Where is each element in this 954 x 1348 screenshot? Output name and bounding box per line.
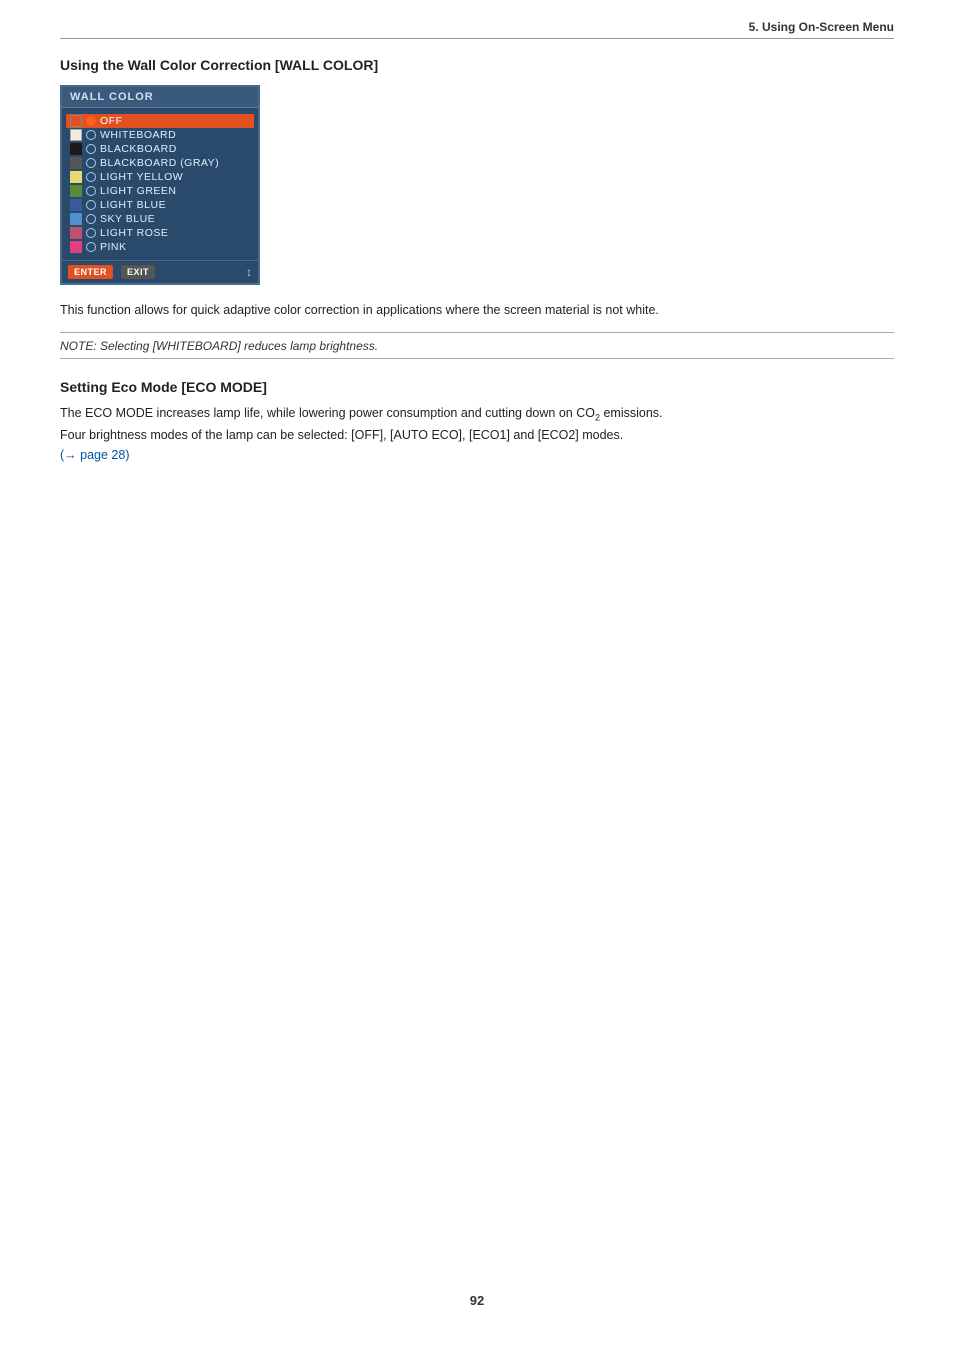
menu-item-light-green[interactable]: LIGHT GREEN: [66, 184, 254, 198]
eco-section-title: Setting Eco Mode [ECO MODE]: [60, 379, 894, 395]
label-blackboard: BLACKBOARD: [100, 143, 177, 155]
label-blackboard-gray: BLACKBOARD (GRAY): [100, 157, 219, 169]
menu-item-off[interactable]: OFF: [66, 114, 254, 128]
menu-items-list: OFF WHITEBOARD BLACKBOARD BLACKBOARD (GR…: [62, 108, 258, 260]
menu-item-light-blue[interactable]: LIGHT BLUE: [66, 198, 254, 212]
swatch-blackboard-gray: [70, 157, 82, 169]
wall-color-section: Using the Wall Color Correction [WALL CO…: [60, 57, 894, 359]
swatch-off: [70, 115, 82, 127]
radio-whiteboard: [86, 130, 96, 140]
eco-text-2: emissions.: [600, 406, 663, 420]
radio-sky-blue: [86, 214, 96, 224]
eco-section: Setting Eco Mode [ECO MODE] The ECO MODE…: [60, 379, 894, 465]
note-text: NOTE: Selecting [WHITEBOARD] reduces lam…: [60, 339, 378, 353]
menu-item-sky-blue[interactable]: SKY BLUE: [66, 212, 254, 226]
menu-item-blackboard[interactable]: BLACKBOARD: [66, 142, 254, 156]
swatch-sky-blue: [70, 213, 82, 225]
eco-text-3: Four brightness modes of the lamp can be…: [60, 428, 623, 442]
scroll-icon: ↕: [246, 265, 252, 279]
wall-color-title: Using the Wall Color Correction [WALL CO…: [60, 57, 894, 73]
menu-item-whiteboard[interactable]: WHITEBOARD: [66, 128, 254, 142]
note-bar: NOTE: Selecting [WHITEBOARD] reduces lam…: [60, 332, 894, 359]
radio-light-green: [86, 186, 96, 196]
radio-blackboard-gray: [86, 158, 96, 168]
label-light-yellow: LIGHT YELLOW: [100, 171, 183, 183]
exit-button[interactable]: EXIT: [121, 265, 155, 279]
swatch-whiteboard: [70, 129, 82, 141]
radio-blackboard: [86, 144, 96, 154]
swatch-pink: [70, 241, 82, 253]
swatch-light-rose: [70, 227, 82, 239]
eco-text-1: The ECO MODE increases lamp life, while …: [60, 406, 595, 420]
page-number: 92: [0, 1293, 954, 1308]
menu-item-blackboard-gray[interactable]: BLACKBOARD (GRAY): [66, 156, 254, 170]
radio-light-rose: [86, 228, 96, 238]
radio-light-blue: [86, 200, 96, 210]
menu-title-bar: WALL COLOR: [62, 87, 258, 108]
eco-page-ref[interactable]: (→ page 28): [60, 448, 129, 462]
eco-section-text: The ECO MODE increases lamp life, while …: [60, 403, 894, 465]
label-off: OFF: [100, 115, 123, 127]
menu-item-light-yellow[interactable]: LIGHT YELLOW: [66, 170, 254, 184]
menu-item-light-rose[interactable]: LIGHT ROSE: [66, 226, 254, 240]
label-pink: PINK: [100, 241, 127, 253]
label-whiteboard: WHITEBOARD: [100, 129, 176, 141]
radio-off: [86, 116, 96, 126]
wall-color-menu-box: WALL COLOR OFF WHITEBOARD BLACKBOARD: [60, 85, 260, 285]
swatch-light-yellow: [70, 171, 82, 183]
menu-item-pink[interactable]: PINK: [66, 240, 254, 254]
page-header: 5. Using On-Screen Menu: [60, 20, 894, 39]
swatch-light-blue: [70, 199, 82, 211]
menu-footer: ENTER EXIT ↕: [62, 260, 258, 283]
radio-light-yellow: [86, 172, 96, 182]
label-sky-blue: SKY BLUE: [100, 213, 155, 225]
swatch-blackboard: [70, 143, 82, 155]
radio-pink: [86, 242, 96, 252]
enter-button[interactable]: ENTER: [68, 265, 113, 279]
label-light-green: LIGHT GREEN: [100, 185, 177, 197]
label-light-rose: LIGHT ROSE: [100, 227, 168, 239]
swatch-light-green: [70, 185, 82, 197]
wall-color-description: This function allows for quick adaptive …: [60, 301, 894, 320]
label-light-blue: LIGHT BLUE: [100, 199, 166, 211]
